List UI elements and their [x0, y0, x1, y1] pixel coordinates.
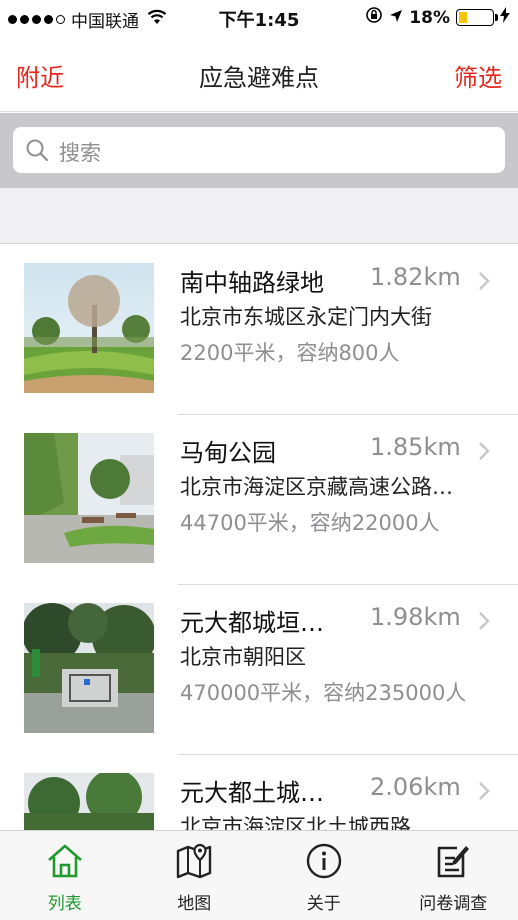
shelter-capacity: 470000平米，容纳235000人: [180, 681, 467, 705]
search-placeholder: 搜索: [59, 141, 101, 165]
search-icon: [25, 138, 49, 166]
shelter-name: 马甸公园: [180, 439, 276, 467]
status-right: 18%: [365, 6, 510, 29]
lock-rotation-icon: [365, 6, 383, 29]
shelter-capacity: 44700平米，容纳22000人: [180, 511, 440, 535]
shelter-name: 元大都土城…: [180, 779, 324, 807]
home-icon: [45, 841, 85, 885]
info-icon: [304, 841, 344, 885]
shelter-capacity: 2200平米，容纳800人: [180, 341, 400, 365]
battery-percent: 18%: [409, 7, 450, 28]
shelter-address: 北京市海淀区京藏高速公路…: [180, 475, 453, 499]
tab-map[interactable]: 地图: [130, 831, 260, 920]
shelter-list: 南中轴路绿地 1.82km 北京市东城区永定门内大街 2200平米，容纳800人…: [0, 245, 518, 830]
shelter-name: 元大都城垣…: [180, 609, 324, 637]
tab-about[interactable]: 关于: [259, 831, 389, 920]
shelter-address: 北京市朝阳区: [180, 645, 306, 669]
location-arrow-icon: [389, 8, 403, 28]
tab-label: 问卷调查: [419, 894, 488, 914]
section-spacer: [0, 188, 518, 244]
shelter-distance: 1.85km: [370, 433, 461, 461]
search-bar: 搜索: [0, 113, 518, 188]
status-bar: 中国联通 下午1:45 18%: [0, 0, 518, 36]
shelter-address: 北京市东城区永定门内大街: [180, 305, 432, 329]
shelter-photo: [24, 433, 154, 563]
tab-label: 地图: [177, 894, 212, 914]
chevron-right-icon: [478, 611, 490, 635]
page-title: 应急避难点: [199, 64, 319, 92]
chevron-right-icon: [478, 271, 490, 295]
shelter-name: 南中轴路绿地: [180, 269, 324, 297]
shelter-distance: 1.82km: [370, 263, 461, 291]
chevron-right-icon: [478, 781, 490, 805]
search-input[interactable]: 搜索: [13, 127, 505, 173]
charging-icon: [500, 7, 510, 28]
shelter-distance: 1.98km: [370, 603, 461, 631]
list-item[interactable]: 马甸公园 1.85km 北京市海淀区京藏高速公路… 44700平米，容纳2200…: [0, 415, 518, 585]
map-icon: [174, 841, 214, 885]
shelter-photo: [24, 263, 154, 393]
list-item[interactable]: 元大都土城… 2.06km 北京市海淀区北土城西路: [0, 755, 518, 830]
tab-label: 列表: [47, 894, 82, 914]
shelter-distance: 2.06km: [370, 773, 461, 801]
survey-icon: [433, 841, 473, 885]
shelter-address: 北京市海淀区北土城西路: [180, 815, 411, 830]
shelter-photo: [24, 773, 154, 830]
tab-bar: 列表 地图 关于 问卷调查: [0, 830, 518, 920]
tab-survey[interactable]: 问卷调查: [389, 831, 518, 920]
chevron-right-icon: [478, 441, 490, 465]
list-item[interactable]: 南中轴路绿地 1.82km 北京市东城区永定门内大街 2200平米，容纳800人: [0, 245, 518, 415]
nav-bar: 附近 应急避难点 筛选: [0, 36, 518, 112]
list-item[interactable]: 元大都城垣… 1.98km 北京市朝阳区 470000平米，容纳235000人: [0, 585, 518, 755]
tab-label: 关于: [306, 894, 341, 914]
tab-list[interactable]: 列表: [0, 831, 130, 920]
battery-icon: [456, 9, 498, 26]
shelter-photo: [24, 603, 154, 733]
filter-button[interactable]: 筛选: [454, 58, 502, 93]
